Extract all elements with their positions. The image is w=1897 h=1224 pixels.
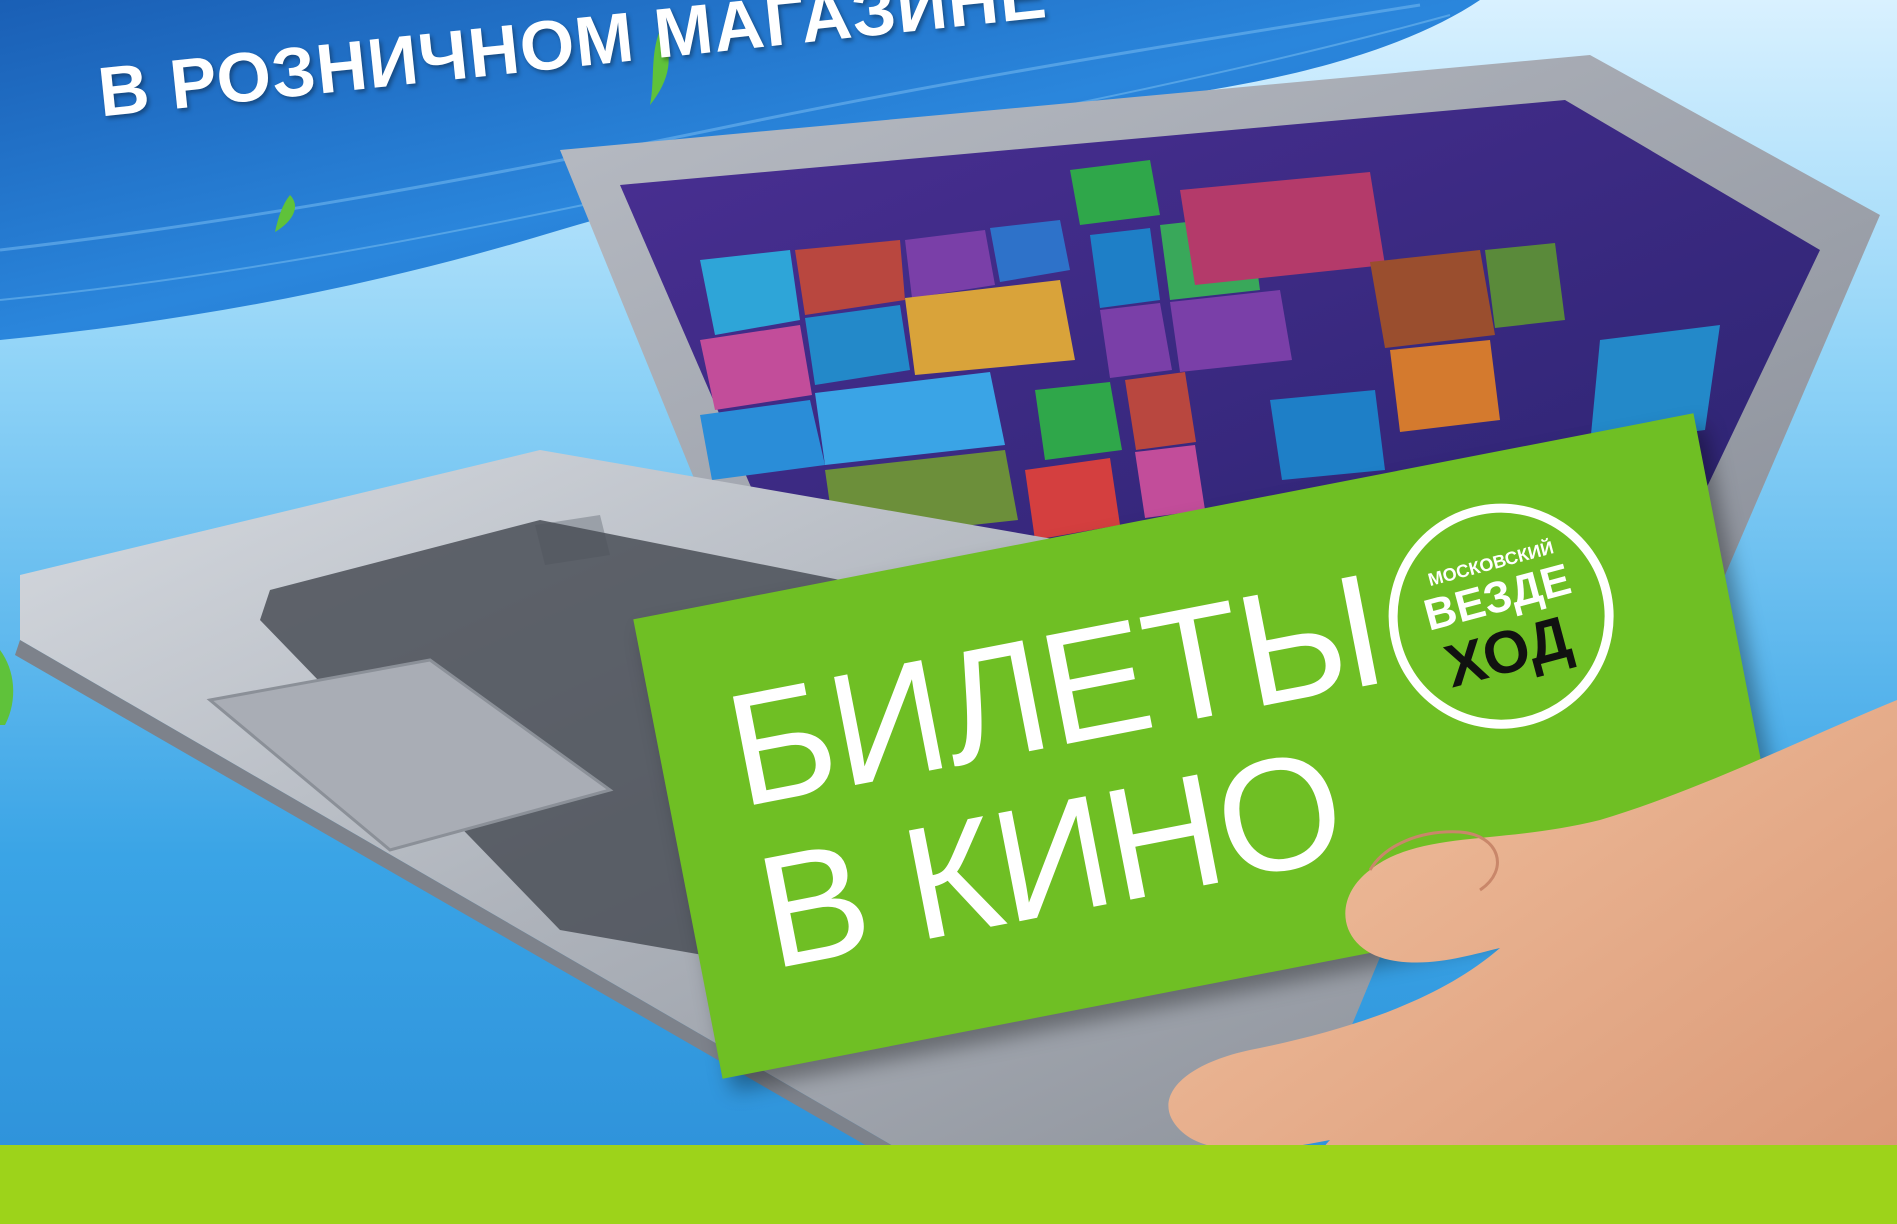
- bottom-green-bar: [0, 1145, 1897, 1224]
- hand-image: [1168, 700, 1897, 1224]
